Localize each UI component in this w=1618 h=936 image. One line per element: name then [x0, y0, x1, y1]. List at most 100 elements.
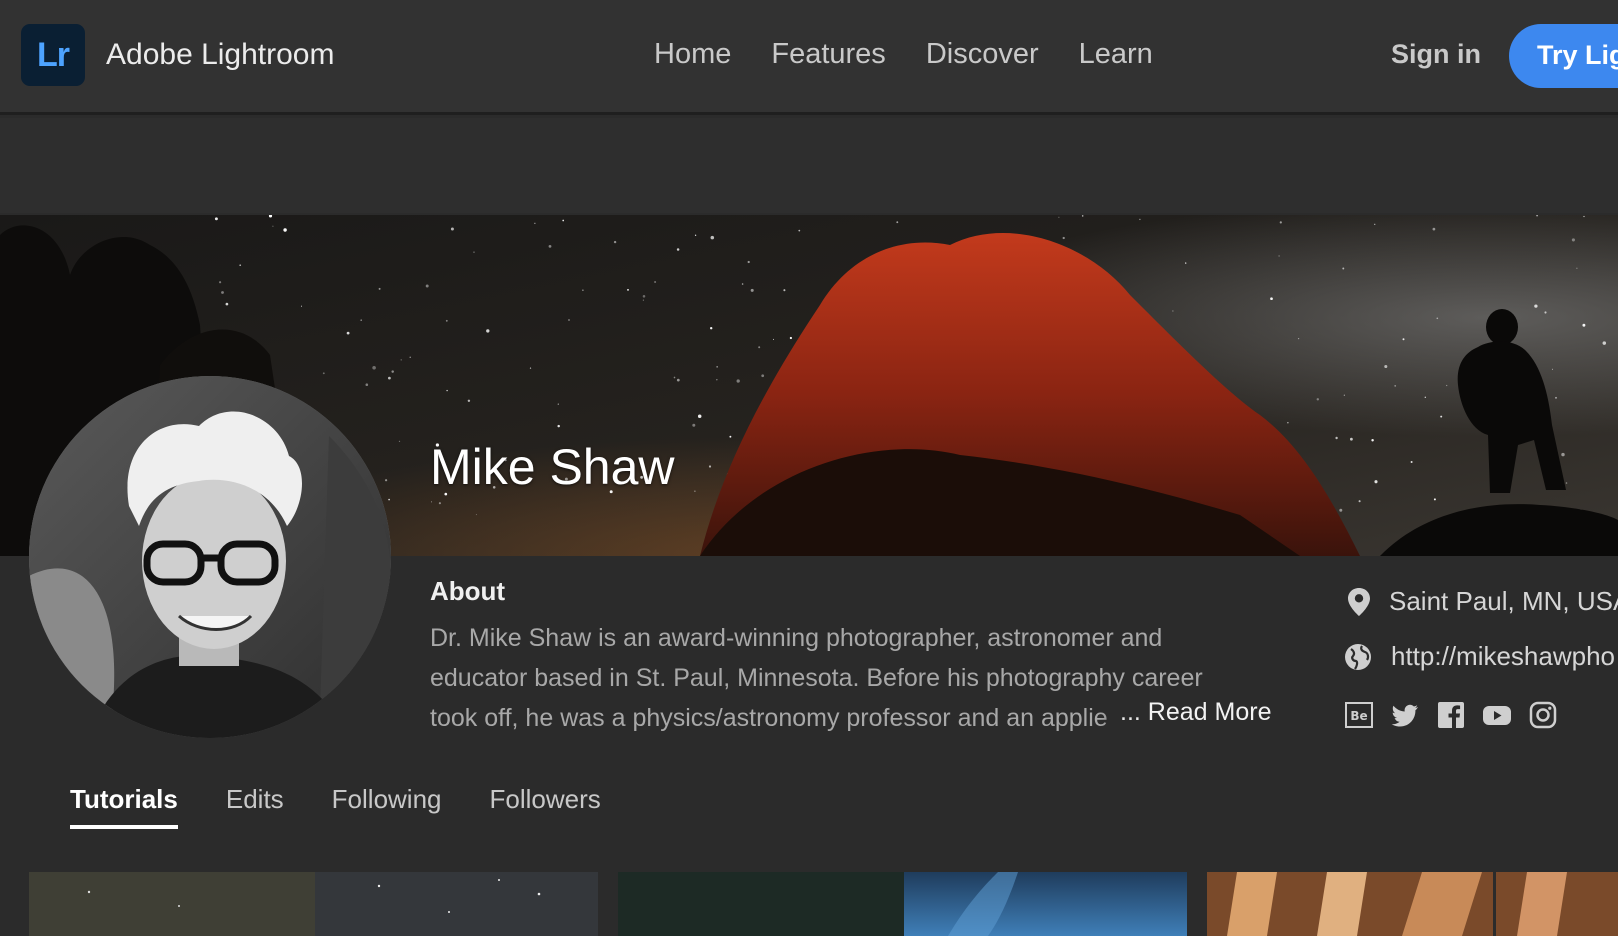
- star: [365, 383, 369, 386]
- star: [1433, 498, 1436, 501]
- star: [1424, 396, 1426, 398]
- facebook-icon[interactable]: [1436, 700, 1466, 730]
- star: [473, 251, 475, 253]
- behance-icon[interactable]: Be: [1344, 700, 1374, 730]
- star: [445, 319, 448, 322]
- star: [1555, 396, 1557, 399]
- nav-discover[interactable]: Discover: [926, 38, 1039, 71]
- star: [1440, 415, 1443, 418]
- star: [1571, 238, 1575, 242]
- star: [221, 291, 224, 294]
- star: [1402, 338, 1405, 341]
- star: [1384, 364, 1388, 369]
- star: [1446, 384, 1448, 387]
- social-links: Be: [1344, 700, 1558, 730]
- star: [736, 379, 740, 383]
- tab-following[interactable]: Following: [332, 784, 442, 829]
- website-link[interactable]: http://mikeshawpho: [1391, 641, 1615, 672]
- tutorial-card[interactable]: [1207, 872, 1618, 936]
- sign-in-link[interactable]: Sign in: [1391, 39, 1481, 70]
- youtube-icon[interactable]: [1482, 700, 1512, 730]
- top-navigation-bar: Lr Adobe Lightroom Home Features Discove…: [0, 0, 1618, 115]
- star: [384, 479, 388, 482]
- star: [772, 338, 775, 340]
- main-nav: Home Features Discover Learn: [654, 38, 1153, 71]
- tab-followers[interactable]: Followers: [490, 784, 601, 829]
- star: [1436, 317, 1439, 320]
- star: [673, 376, 676, 379]
- read-more-container: ... Read More: [1100, 698, 1272, 727]
- empty-band: [0, 118, 1618, 213]
- tutorial-card[interactable]: [29, 872, 598, 936]
- star: [1058, 216, 1060, 218]
- star: [1582, 323, 1586, 327]
- website-row: http://mikeshawpho: [1343, 641, 1615, 672]
- star: [1534, 304, 1538, 308]
- app-name[interactable]: Adobe Lightroom: [106, 38, 335, 72]
- globe-icon: [1345, 643, 1371, 670]
- star: [789, 336, 793, 340]
- star: [529, 367, 532, 369]
- location-row: Saint Paul, MN, USA: [1347, 586, 1618, 617]
- star: [1371, 439, 1374, 442]
- star: [582, 289, 584, 292]
- profile-avatar: [29, 376, 391, 738]
- try-lightroom-button[interactable]: Try Lig: [1509, 24, 1618, 88]
- nav-features[interactable]: Features: [771, 38, 885, 71]
- star: [467, 399, 471, 403]
- star: [642, 295, 646, 298]
- star: [1602, 341, 1607, 345]
- star: [219, 281, 222, 284]
- star: [1374, 223, 1376, 225]
- star: [694, 490, 696, 492]
- star: [486, 329, 490, 333]
- star: [1316, 398, 1320, 401]
- star: [1551, 368, 1554, 370]
- lightroom-logo[interactable]: Lr: [21, 24, 85, 86]
- star: [1297, 337, 1300, 340]
- star: [398, 440, 401, 443]
- star: [475, 514, 477, 516]
- star: [446, 389, 448, 392]
- tab-tutorials[interactable]: Tutorials: [70, 784, 178, 829]
- star: [1185, 262, 1187, 264]
- nav-home[interactable]: Home: [654, 38, 731, 71]
- star: [676, 248, 680, 251]
- star: [694, 234, 697, 236]
- star: [372, 366, 376, 370]
- star: [1339, 508, 1343, 512]
- star: [1358, 500, 1361, 503]
- star: [534, 222, 536, 224]
- tutorial-card[interactable]: [618, 872, 1187, 936]
- star: [613, 240, 617, 244]
- nav-learn[interactable]: Learn: [1079, 38, 1153, 71]
- star: [1270, 297, 1273, 301]
- star: [627, 288, 629, 291]
- star: [741, 283, 744, 285]
- star: [1279, 221, 1282, 224]
- star: [750, 288, 754, 292]
- instagram-icon[interactable]: [1528, 700, 1558, 730]
- star: [450, 227, 454, 231]
- tab-edits[interactable]: Edits: [226, 784, 284, 829]
- star: [283, 228, 287, 232]
- star: [1561, 452, 1565, 457]
- star: [225, 302, 229, 306]
- star: [716, 366, 718, 368]
- tutorial-thumbnail-image: [618, 872, 1187, 936]
- star: [388, 498, 390, 501]
- star: [548, 245, 552, 248]
- twitter-icon[interactable]: [1390, 700, 1420, 730]
- star: [214, 217, 218, 221]
- avatar-portrait-graphic: [29, 376, 391, 738]
- star: [896, 221, 899, 224]
- star: [1335, 436, 1338, 440]
- star: [568, 319, 570, 321]
- tutorial-thumbnail-image: [1207, 872, 1618, 936]
- star: [1343, 394, 1345, 396]
- svg-text:Be: Be: [1350, 709, 1367, 723]
- star: [1374, 480, 1378, 484]
- read-more-link[interactable]: Read More: [1148, 698, 1272, 726]
- star: [747, 260, 750, 264]
- star: [1287, 422, 1289, 424]
